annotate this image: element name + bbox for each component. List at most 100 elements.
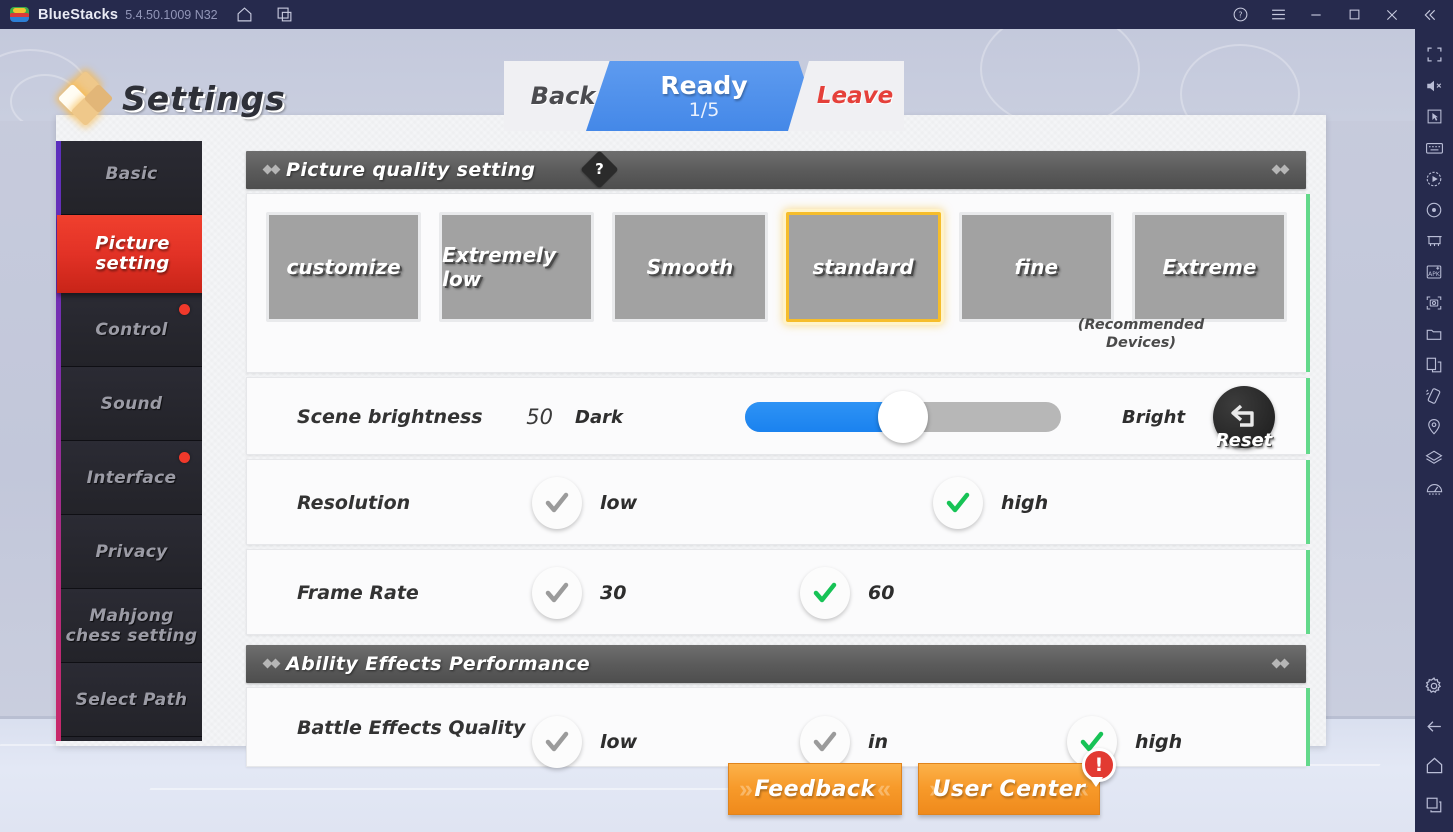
sidebar-item-picture-setting[interactable]: Picture setting [57,215,202,293]
sidebar-item-interface[interactable]: Interface [61,441,202,515]
recents-icon[interactable] [1419,789,1449,820]
diamond-ornament-icon [270,164,281,175]
install-apk-icon[interactable]: APK [1419,256,1449,287]
sidebar-item-control[interactable]: Control [61,293,202,367]
preset-standard[interactable]: standard [785,212,941,322]
svg-text:?: ? [1238,11,1242,20]
sidebar-item-select-path[interactable]: Select Path [61,663,202,737]
section-header-ability-effects: Ability Effects Performance [246,645,1306,683]
slider-knob[interactable] [878,391,928,443]
settings-diamond-icon [57,70,114,127]
page-title-group: Settings [57,70,286,127]
preset-fine[interactable]: fine [958,212,1114,322]
mute-icon[interactable] [1419,70,1449,101]
app-name: BlueStacks [38,6,119,23]
sidebar-item-label: Picture setting [95,233,170,274]
preset-customize[interactable]: customize [266,212,422,322]
help-icon-label: ? [595,160,604,178]
resolution-option-high[interactable]: high [933,477,1048,529]
frame-rate-option-60[interactable]: 60 [800,567,894,619]
sidebar-item-label: Basic [105,163,158,184]
app-version: 5.4.50.1009 N32 [125,7,218,22]
notification-dot [179,304,190,315]
help-icon[interactable]: ? [580,150,619,189]
collapse-icon[interactable] [1415,4,1445,26]
scene-brightness-min-label: Dark [575,406,623,428]
scene-brightness-row: Scene brightness 50 Dark Bright Reset [247,378,1306,456]
preset-smooth[interactable]: Smooth [612,212,768,322]
scene-brightness-max-label: Bright [1122,406,1186,428]
preset-label: customize [286,255,401,279]
fullscreen-icon[interactable] [1419,39,1449,70]
media-folder-icon[interactable] [1419,318,1449,349]
sidebar-item-label: Interface [86,467,177,488]
reset-label: Reset [1215,430,1273,451]
chevron-right-icon: » [739,775,753,803]
frame-rate-option-label: 60 [868,582,895,604]
resolution-option-low[interactable]: low [532,477,637,529]
tool-rail: APK [1415,29,1453,832]
shake-icon[interactable] [1419,380,1449,411]
back-arrow-icon[interactable] [1419,711,1449,742]
help-icon[interactable]: ? [1225,4,1255,26]
menu-icon[interactable] [1263,4,1293,26]
settings-panel: CRAFTED BY THE BESTWORLDS GAME Basic Pic… [56,115,1326,768]
scene-brightness-value: 50 [526,405,553,429]
multi-instance-manager-icon[interactable] [1419,225,1449,256]
preset-extreme[interactable]: Extreme [1131,212,1288,322]
sidebar-item-sound[interactable]: Sound [61,367,202,441]
sidebar-item-label: Sound [100,393,163,414]
section-title: Picture quality setting [286,159,536,181]
frame-rate-option-30[interactable]: 30 [532,567,626,619]
keyboard-icon[interactable] [1419,132,1449,163]
close-icon[interactable] [1377,4,1407,26]
svg-text:APK: APK [1428,270,1441,277]
checkmark-icon [933,477,983,529]
record-icon[interactable] [1419,194,1449,225]
maximize-icon[interactable] [1339,4,1369,26]
status-badge: ! [1082,748,1116,787]
ready-tab[interactable]: Ready 1/5 [586,61,822,131]
preset-label: Extreme [1162,255,1257,279]
preset-extremely-low[interactable]: Extremely low [439,212,595,322]
user-center-button[interactable]: » User Center « ! [918,748,1116,815]
reset-button[interactable]: Reset [1213,386,1275,451]
battle-effects-label: Battle Effects Quality [297,717,526,739]
sidebar-item-basic[interactable]: Basic [61,141,202,215]
preset-recommended-note: (Recommended Devices) [1077,317,1205,351]
footer-actions: » Feedback « » User Center « ! [0,748,1415,832]
sidebar-item-label: Control [95,319,168,340]
copy-icon[interactable] [1419,349,1449,380]
chevron-left-icon: « [877,775,891,803]
checkmark-icon [800,567,850,619]
sidebar-item-privacy[interactable]: Privacy [61,515,202,589]
settings-gear-icon[interactable] [1419,670,1449,701]
sidebar-item-mahjong-chess-setting[interactable]: Mahjong chess setting [61,589,202,663]
preset-label: fine [1014,255,1059,279]
diamond-ornament-icon [1279,658,1290,669]
location-icon[interactable] [1419,411,1449,442]
resolution-card: Resolution low high [246,459,1310,546]
titlebar: BlueStacks 5.4.50.1009 N32 ? [0,0,1453,29]
resolution-label: Resolution [297,492,411,514]
sidebar-item-label: Mahjong chess setting [65,605,198,646]
minimize-icon[interactable] [1301,4,1331,26]
leave-tab[interactable]: Leave [788,61,904,131]
preset-label: standard [812,255,914,279]
screenshot-icon[interactable] [1419,287,1449,318]
multi-instance-icon[interactable] [272,4,298,26]
scene-brightness-slider[interactable] [745,391,1061,443]
feedback-button[interactable]: » Feedback « [728,763,902,815]
sidebar-item-label: Select Path [75,689,188,710]
status-badge-label: ! [1094,753,1104,776]
preset-label: Smooth [646,255,734,279]
home-nav-icon[interactable] [1419,750,1449,781]
cursor-icon[interactable] [1419,101,1449,132]
home-icon[interactable] [232,4,258,26]
gamepad-icon[interactable] [1419,473,1449,504]
leave-tab-label: Leave [816,83,894,109]
macro-icon[interactable] [1419,163,1449,194]
resolution-row: Resolution low high [247,460,1306,546]
layers-icon[interactable] [1419,442,1449,473]
section-title: Ability Effects Performance [286,653,591,675]
